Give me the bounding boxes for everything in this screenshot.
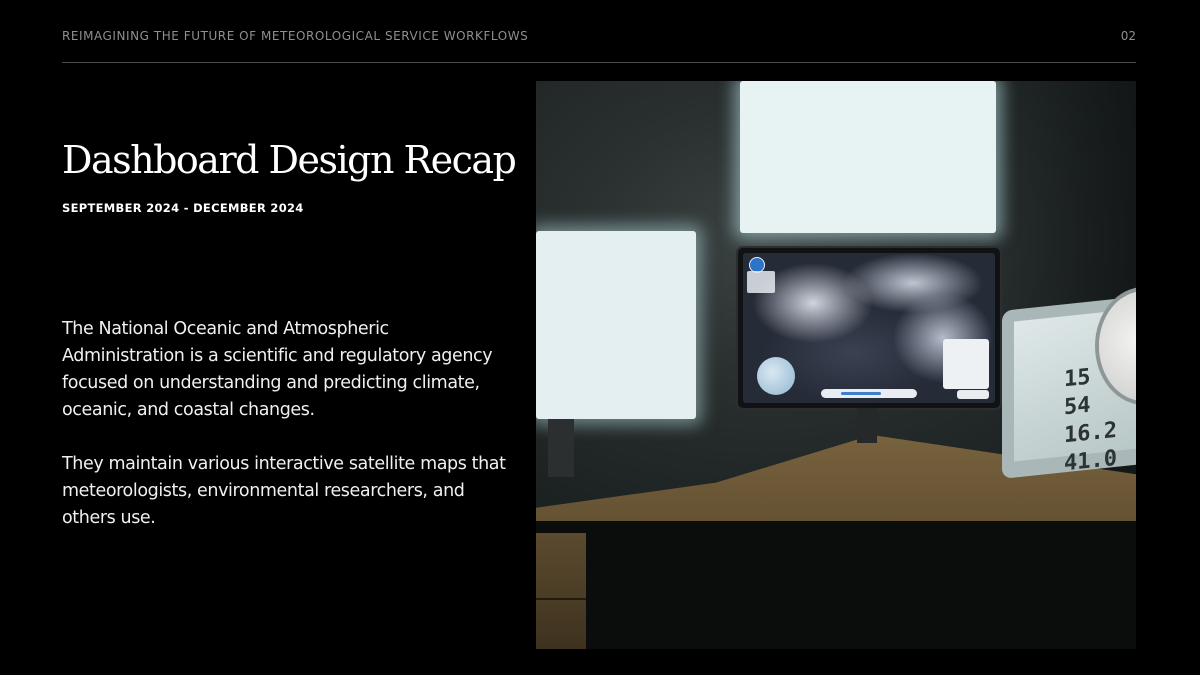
map-timeline-progress (841, 392, 881, 395)
deck-title: REIMAGINING THE FUTURE OF METEOROLOGICAL… (62, 29, 529, 43)
desk-drawer (536, 533, 586, 649)
map-controls (957, 390, 989, 399)
weather-station-illustration: 15 54 16.2 41.0 (536, 81, 1136, 649)
map-timeline (821, 389, 917, 398)
slide-title: Dashboard Design Recap (62, 138, 517, 182)
body-paragraph-usage: They maintain various interactive satell… (62, 454, 506, 528)
map-info-panel (943, 339, 989, 389)
body-paragraph-intro: The National Oceanic and Atmospheric Adm… (62, 319, 493, 420)
map-layers-panel (747, 271, 775, 293)
globe-icon (757, 357, 795, 395)
satellite-map-monitor (738, 248, 1000, 408)
main-monitor-stand (857, 408, 877, 443)
slide-date-range: SEPTEMBER 2024 - DECEMBER 2024 (62, 201, 304, 215)
glowing-screen-top (740, 81, 996, 233)
readout-line: 41.0 (1064, 445, 1117, 477)
drawer-divider (536, 598, 586, 600)
desk-underside (536, 521, 1136, 649)
glowing-screen-left (536, 231, 696, 419)
header-divider (62, 62, 1136, 63)
satellite-map-screen (743, 253, 995, 403)
slide-body: The National Oceanic and Atmospheric Adm… (62, 316, 512, 559)
left-monitor-stand (548, 419, 574, 477)
page-number: 02 (1120, 29, 1136, 43)
